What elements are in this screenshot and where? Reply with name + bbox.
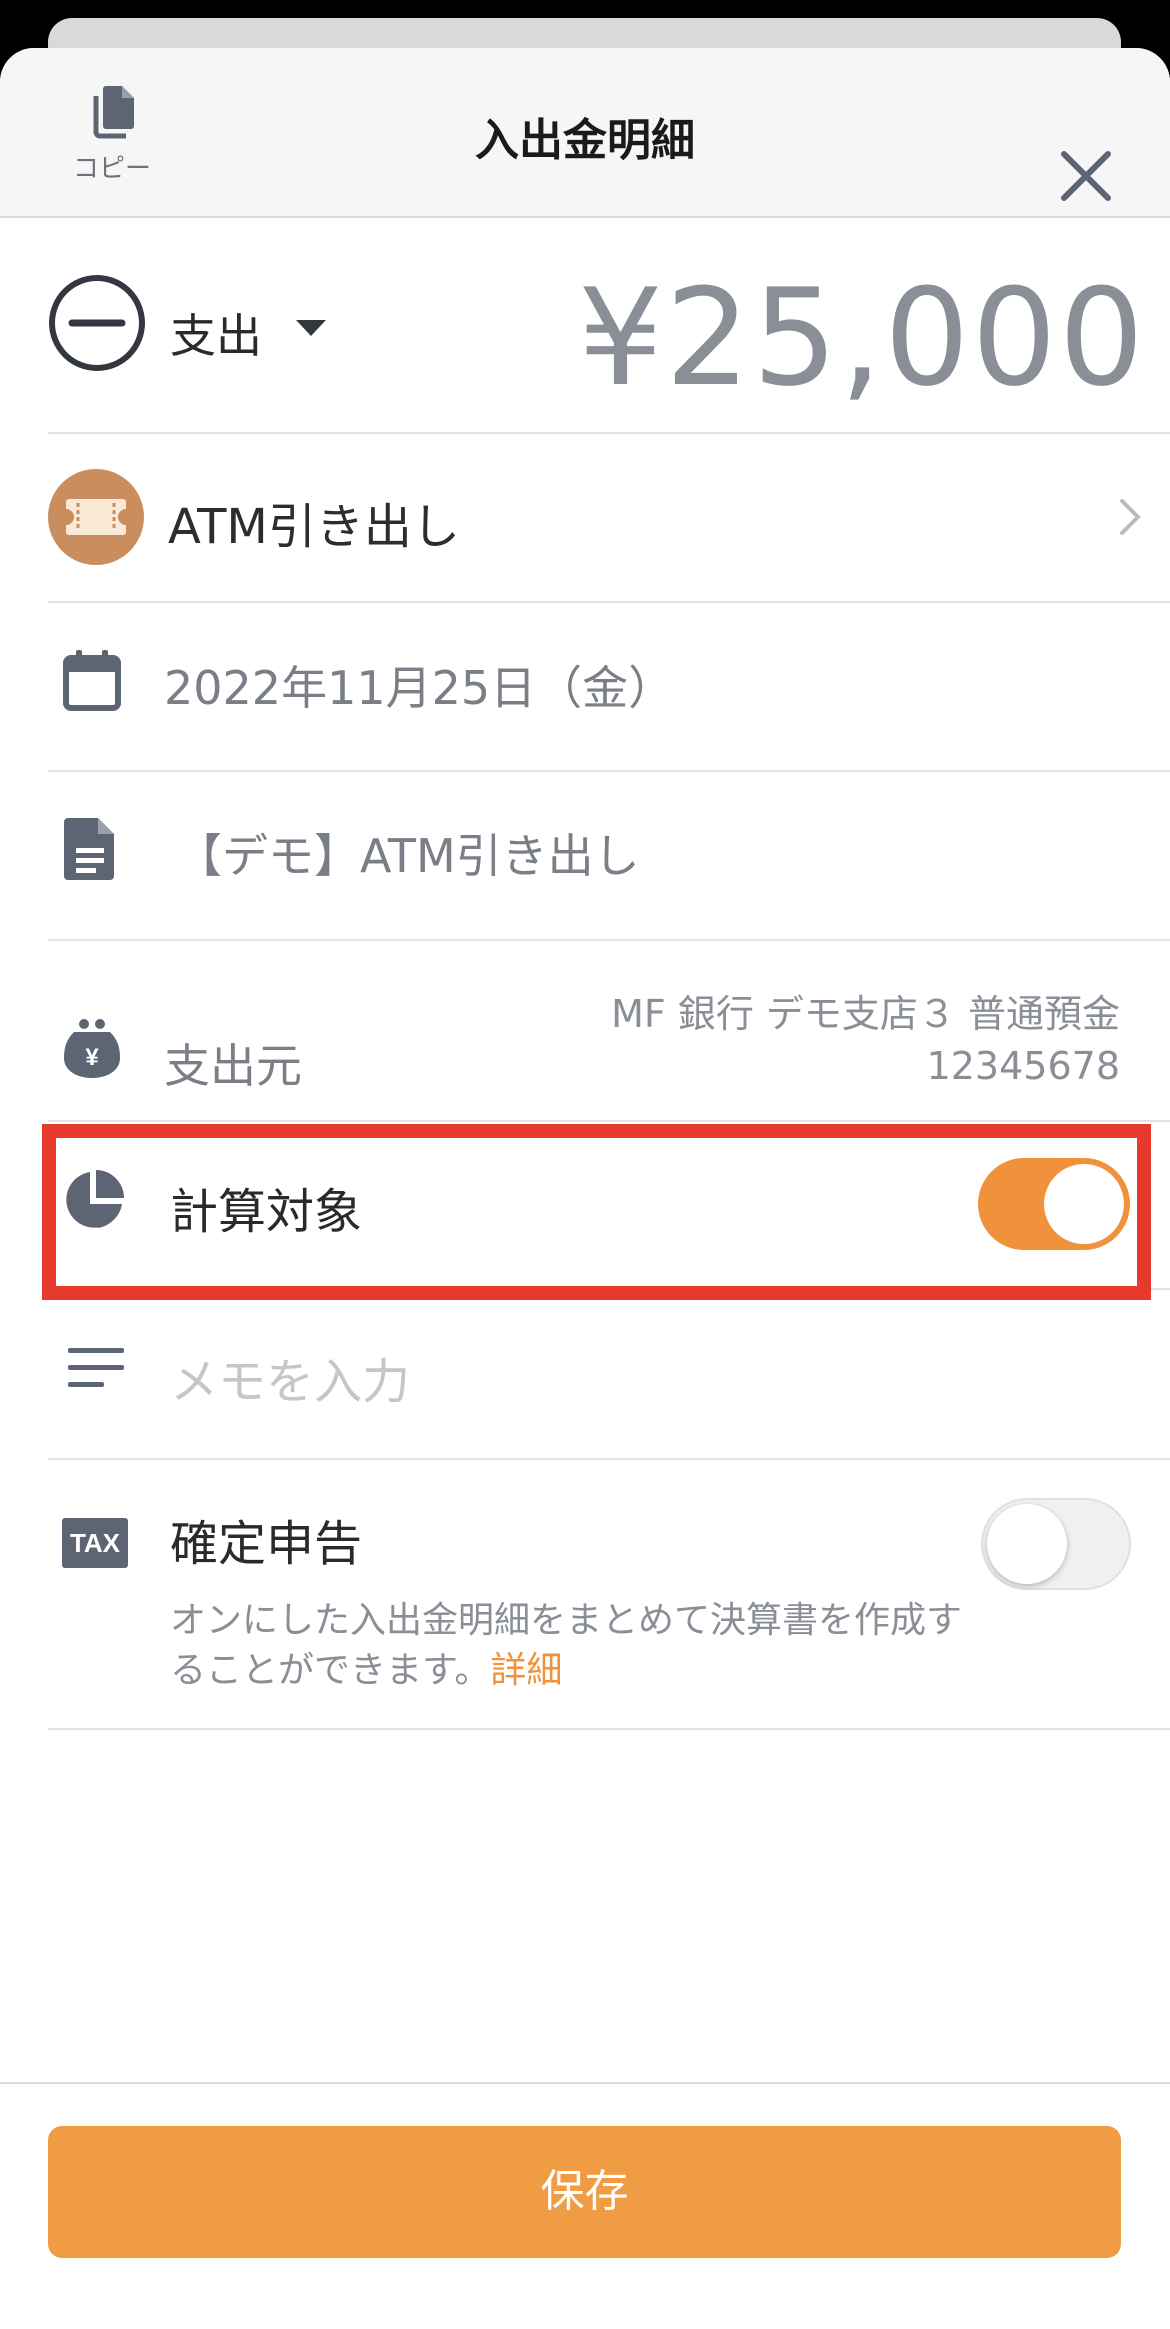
date-row[interactable]: 2022年11月25日（金） — [48, 646, 1170, 726]
tax-row: TAX 確定申告 オンにした入出金明細をまとめて決算書を作成することができます。… — [48, 1498, 1170, 1708]
category-row[interactable]: ATM引き出し — [48, 469, 1170, 565]
type-label: 支出 — [170, 309, 262, 363]
content-value: 【デモ】ATM引き出し — [176, 829, 640, 883]
tax-details-link[interactable]: 詳細 — [490, 1650, 562, 1691]
category-label: ATM引き出し — [168, 499, 460, 555]
page-title: 入出金明細 — [475, 115, 695, 166]
type-amount-row: 支出 ¥25,000 — [48, 260, 1170, 416]
category-icon — [48, 469, 144, 565]
chevron-right-icon — [1120, 499, 1141, 535]
date-value: 2022年11月25日（金） — [164, 661, 675, 715]
memo-row[interactable]: メモを入力 — [48, 1328, 1170, 1410]
close-icon[interactable] — [1058, 148, 1114, 204]
toggle-knob — [987, 1504, 1067, 1584]
content-row[interactable]: 【デモ】ATM引き出し — [48, 816, 1170, 896]
divider — [48, 939, 1170, 941]
wallet-yen-icon: ¥ — [64, 1019, 120, 1078]
tax-toggle[interactable] — [981, 1498, 1131, 1590]
memo-input[interactable]: メモを入力 — [170, 1342, 410, 1412]
divider — [48, 1728, 1170, 1730]
source-label: 支出元 — [164, 1039, 302, 1093]
tax-title: 確定申告 — [170, 1516, 363, 1572]
divider — [48, 1120, 1170, 1122]
save-button[interactable]: 保存 — [48, 2126, 1121, 2258]
source-account-row[interactable]: ¥ 支出元 MF 銀行 デモ支店３ 普通預金 12345678 — [48, 992, 1170, 1114]
tax-description-text: オンにした入出金明細をまとめて決算書を作成することができます。 — [170, 1600, 963, 1691]
memo-lines-icon — [68, 1348, 124, 1387]
divider — [48, 770, 1170, 772]
amount-display[interactable]: ¥25,000 — [578, 260, 1146, 416]
document-icon — [64, 818, 114, 880]
svg-text:¥: ¥ — [85, 1044, 99, 1071]
footer-divider — [0, 2082, 1170, 2084]
ticket-icon — [66, 499, 126, 535]
divider — [48, 1458, 1170, 1460]
calendar-icon — [63, 650, 121, 711]
caret-down-icon — [296, 320, 326, 336]
source-account-name: MF 銀行 デモ支店３ 普通預金 — [611, 992, 1120, 1036]
source-account-value: MF 銀行 デモ支店３ 普通預金 12345678 — [611, 988, 1120, 1092]
tax-icon: TAX — [62, 1518, 128, 1568]
divider — [48, 432, 1170, 434]
highlight-box — [42, 1124, 1151, 1300]
source-account-number: 12345678 — [926, 1044, 1120, 1088]
minus-circle-icon — [49, 275, 145, 371]
header: コピー 入出金明細 — [0, 48, 1170, 218]
divider — [48, 601, 1170, 603]
tax-description: オンにした入出金明細をまとめて決算書を作成することができます。詳細 — [170, 1596, 970, 1696]
